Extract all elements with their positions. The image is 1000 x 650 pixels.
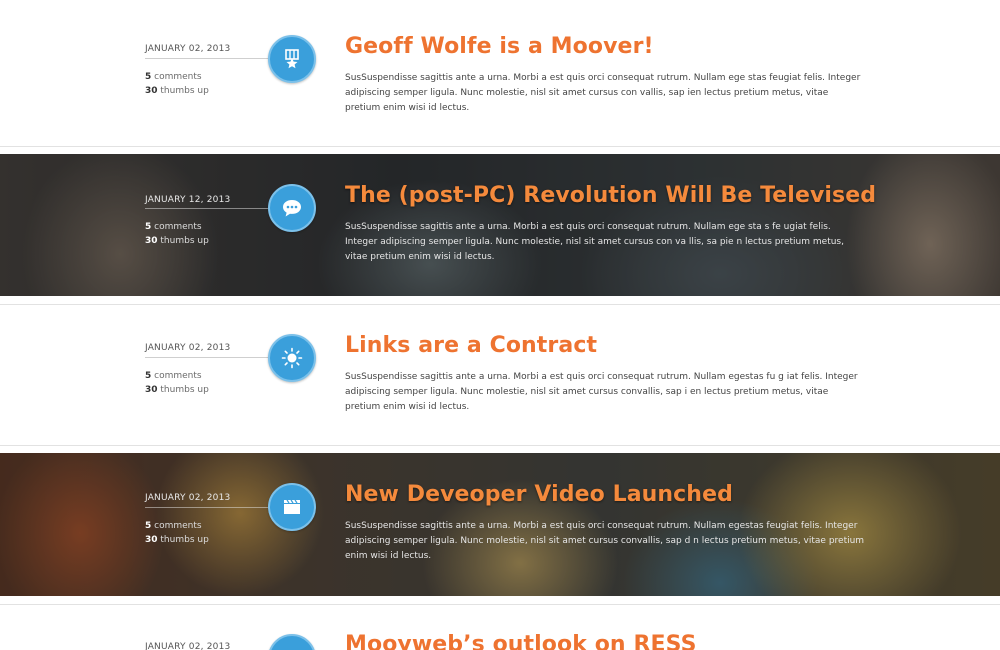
comments-count[interactable]: 5 comments [145,520,209,534]
thumbs-up-count[interactable]: 30 thumbs up [145,384,209,398]
post-separator [0,445,1000,446]
post-excerpt: SusSuspendisse sagittis ante a urna. Mor… [345,521,865,561]
thumbs-up-count[interactable]: 30 thumbs up [145,235,209,249]
post-date: JANUARY 02, 2013 [145,343,231,353]
post-separator [0,146,1000,147]
post-excerpt: SusSuspendisse sagittis ante a urna. Mor… [345,73,861,113]
post-date: JANUARY 02, 2013 [145,493,231,503]
clapperboard-icon [268,483,316,531]
badge-star-icon [268,35,316,83]
post-card: JANUARY 02, 2013 5 comments 30 thumbs up… [0,305,1000,444]
post-excerpt: SusSuspendisse sagittis ante a urna. Mor… [345,372,858,412]
post-date: JANUARY 02, 2013 [145,642,231,650]
thumbs-up-count[interactable]: 30 thumbs up [145,534,209,548]
post-title[interactable]: The (post-PC) Revolution Will Be Televis… [345,183,876,208]
date-divider [145,507,273,508]
post-stats: 5 comments 30 thumbs up [145,370,209,397]
date-divider [145,58,273,59]
lightbulb-icon [268,334,316,382]
post-title[interactable]: Links are a Contract [345,333,597,358]
post-stats: 5 comments 30 thumbs up [145,71,209,98]
post-title[interactable]: Geoff Wolfe is a Moover! [345,34,654,59]
post-date: JANUARY 02, 2013 [145,44,231,54]
post-card: JANUARY 02, 2013 Mooyweb’s outlook on RE… [0,605,1000,650]
post-stats: 5 comments 30 thumbs up [145,221,209,248]
thumbs-up-count[interactable]: 30 thumbs up [145,85,209,99]
post-excerpt: SusSuspendisse sagittis ante a urna. Mor… [345,222,844,262]
comments-count[interactable]: 5 comments [145,221,209,235]
lightbulb-icon [268,634,316,650]
date-divider [145,208,273,209]
post-card: JANUARY 02, 2013 5 comments 30 thumbs up… [0,0,1000,146]
speech-bubble-icon [268,184,316,232]
post-title[interactable]: New Deveoper Video Launched [345,482,733,507]
post-date: JANUARY 12, 2013 [145,195,231,205]
post-card: JANUARY 02, 2013 5 comments 30 thumbs up… [0,453,1000,596]
post-card: JANUARY 12, 2013 5 comments 30 thumbs up… [0,154,1000,296]
comments-count[interactable]: 5 comments [145,370,209,384]
post-title[interactable]: Mooyweb’s outlook on RESS [345,632,697,650]
date-divider [145,357,273,358]
comments-count[interactable]: 5 comments [145,71,209,85]
post-stats: 5 comments 30 thumbs up [145,520,209,547]
